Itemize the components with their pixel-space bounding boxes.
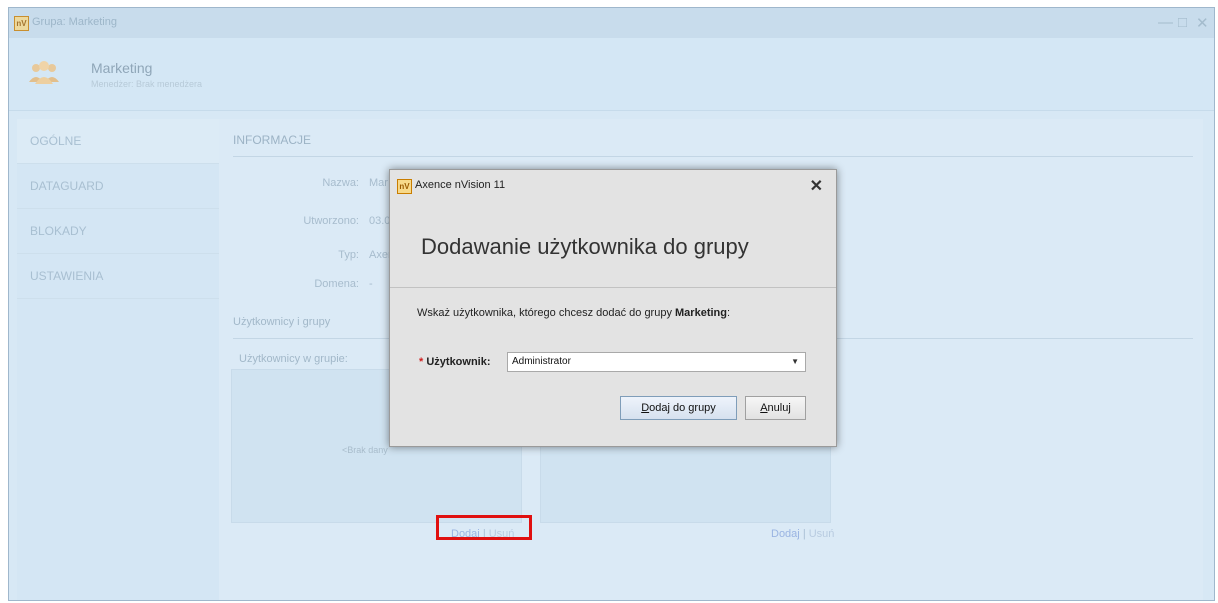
highlight-box xyxy=(436,515,532,540)
users-section-title: Użytkownicy i grupy xyxy=(233,316,331,328)
close-icon[interactable]: ✕ xyxy=(810,176,823,196)
window-title: Grupa: Marketing xyxy=(32,16,117,28)
group-header: Marketing Menedżer: Brak menedżera xyxy=(9,38,1214,111)
maximize-icon[interactable]: □ xyxy=(1178,14,1187,31)
sidebar-item-general[interactable]: OGÓLNE xyxy=(17,119,220,164)
section-divider xyxy=(233,156,1193,157)
required-marker: * xyxy=(419,356,424,368)
cancel-button[interactable]: Anuluj xyxy=(745,396,806,420)
created-value: 03.0 xyxy=(369,215,391,227)
sidebar-item-dataguard[interactable]: DATAGUARD xyxy=(17,164,220,209)
section-title: INFORMACJE xyxy=(233,133,311,147)
title-bar: nV Grupa: Marketing — □ ✕ xyxy=(9,8,1214,38)
name-label: Nazwa: xyxy=(322,177,359,189)
close-icon[interactable]: ✕ xyxy=(1196,14,1209,32)
right-link-row: Dodaj | Usuń xyxy=(771,528,835,540)
domain-value: - xyxy=(369,278,373,290)
nvision-logo-icon: nV xyxy=(397,179,412,194)
minimize-icon[interactable]: — xyxy=(1158,14,1173,31)
type-label: Typ: xyxy=(338,249,359,261)
user-select-value: Administrator xyxy=(512,356,571,367)
dialog-heading: Dodawanie użytkownika do grupy xyxy=(421,234,749,259)
dialog-divider xyxy=(390,287,836,288)
sidebar-item-settings[interactable]: USTAWIENIA xyxy=(17,254,220,299)
user-field-label: * Użytkownik: xyxy=(419,356,491,368)
sidebar-item-locks[interactable]: BLOKADY xyxy=(17,209,220,254)
group-users-icon xyxy=(29,61,59,84)
group-name: Marketing xyxy=(91,60,153,76)
sidebar: OGÓLNE DATAGUARD BLOKADY USTAWIENIA xyxy=(17,119,220,600)
empty-list-text: <Brak dany xyxy=(342,445,388,455)
add-to-group-button[interactable]: Dodaj do grupy xyxy=(620,396,737,420)
dialog-title: Axence nVision 11 xyxy=(415,179,506,191)
chevron-down-icon[interactable]: ▼ xyxy=(791,353,799,371)
name-value[interactable]: Mar xyxy=(369,177,388,189)
add-user-dialog: nV Axence nVision 11 ✕ Dodawanie użytkow… xyxy=(389,169,837,447)
user-select[interactable]: Administrator ▼ xyxy=(507,352,806,372)
add-group-link[interactable]: Dodaj xyxy=(771,528,800,540)
dialog-prompt: Wskaż użytkownika, którego chcesz dodać … xyxy=(417,307,731,319)
users-in-group-label: Użytkownicy w grupie: xyxy=(239,353,348,365)
nvision-logo-icon: nV xyxy=(14,16,29,31)
group-manager: Menedżer: Brak menedżera xyxy=(91,79,203,89)
domain-label: Domena: xyxy=(314,278,359,290)
created-label: Utworzono: xyxy=(303,215,359,227)
remove-group-link[interactable]: Usuń xyxy=(809,528,835,540)
dialog-title-bar: nV Axence nVision 11 ✕ xyxy=(390,170,836,202)
prompt-group-name: Marketing xyxy=(675,307,727,319)
